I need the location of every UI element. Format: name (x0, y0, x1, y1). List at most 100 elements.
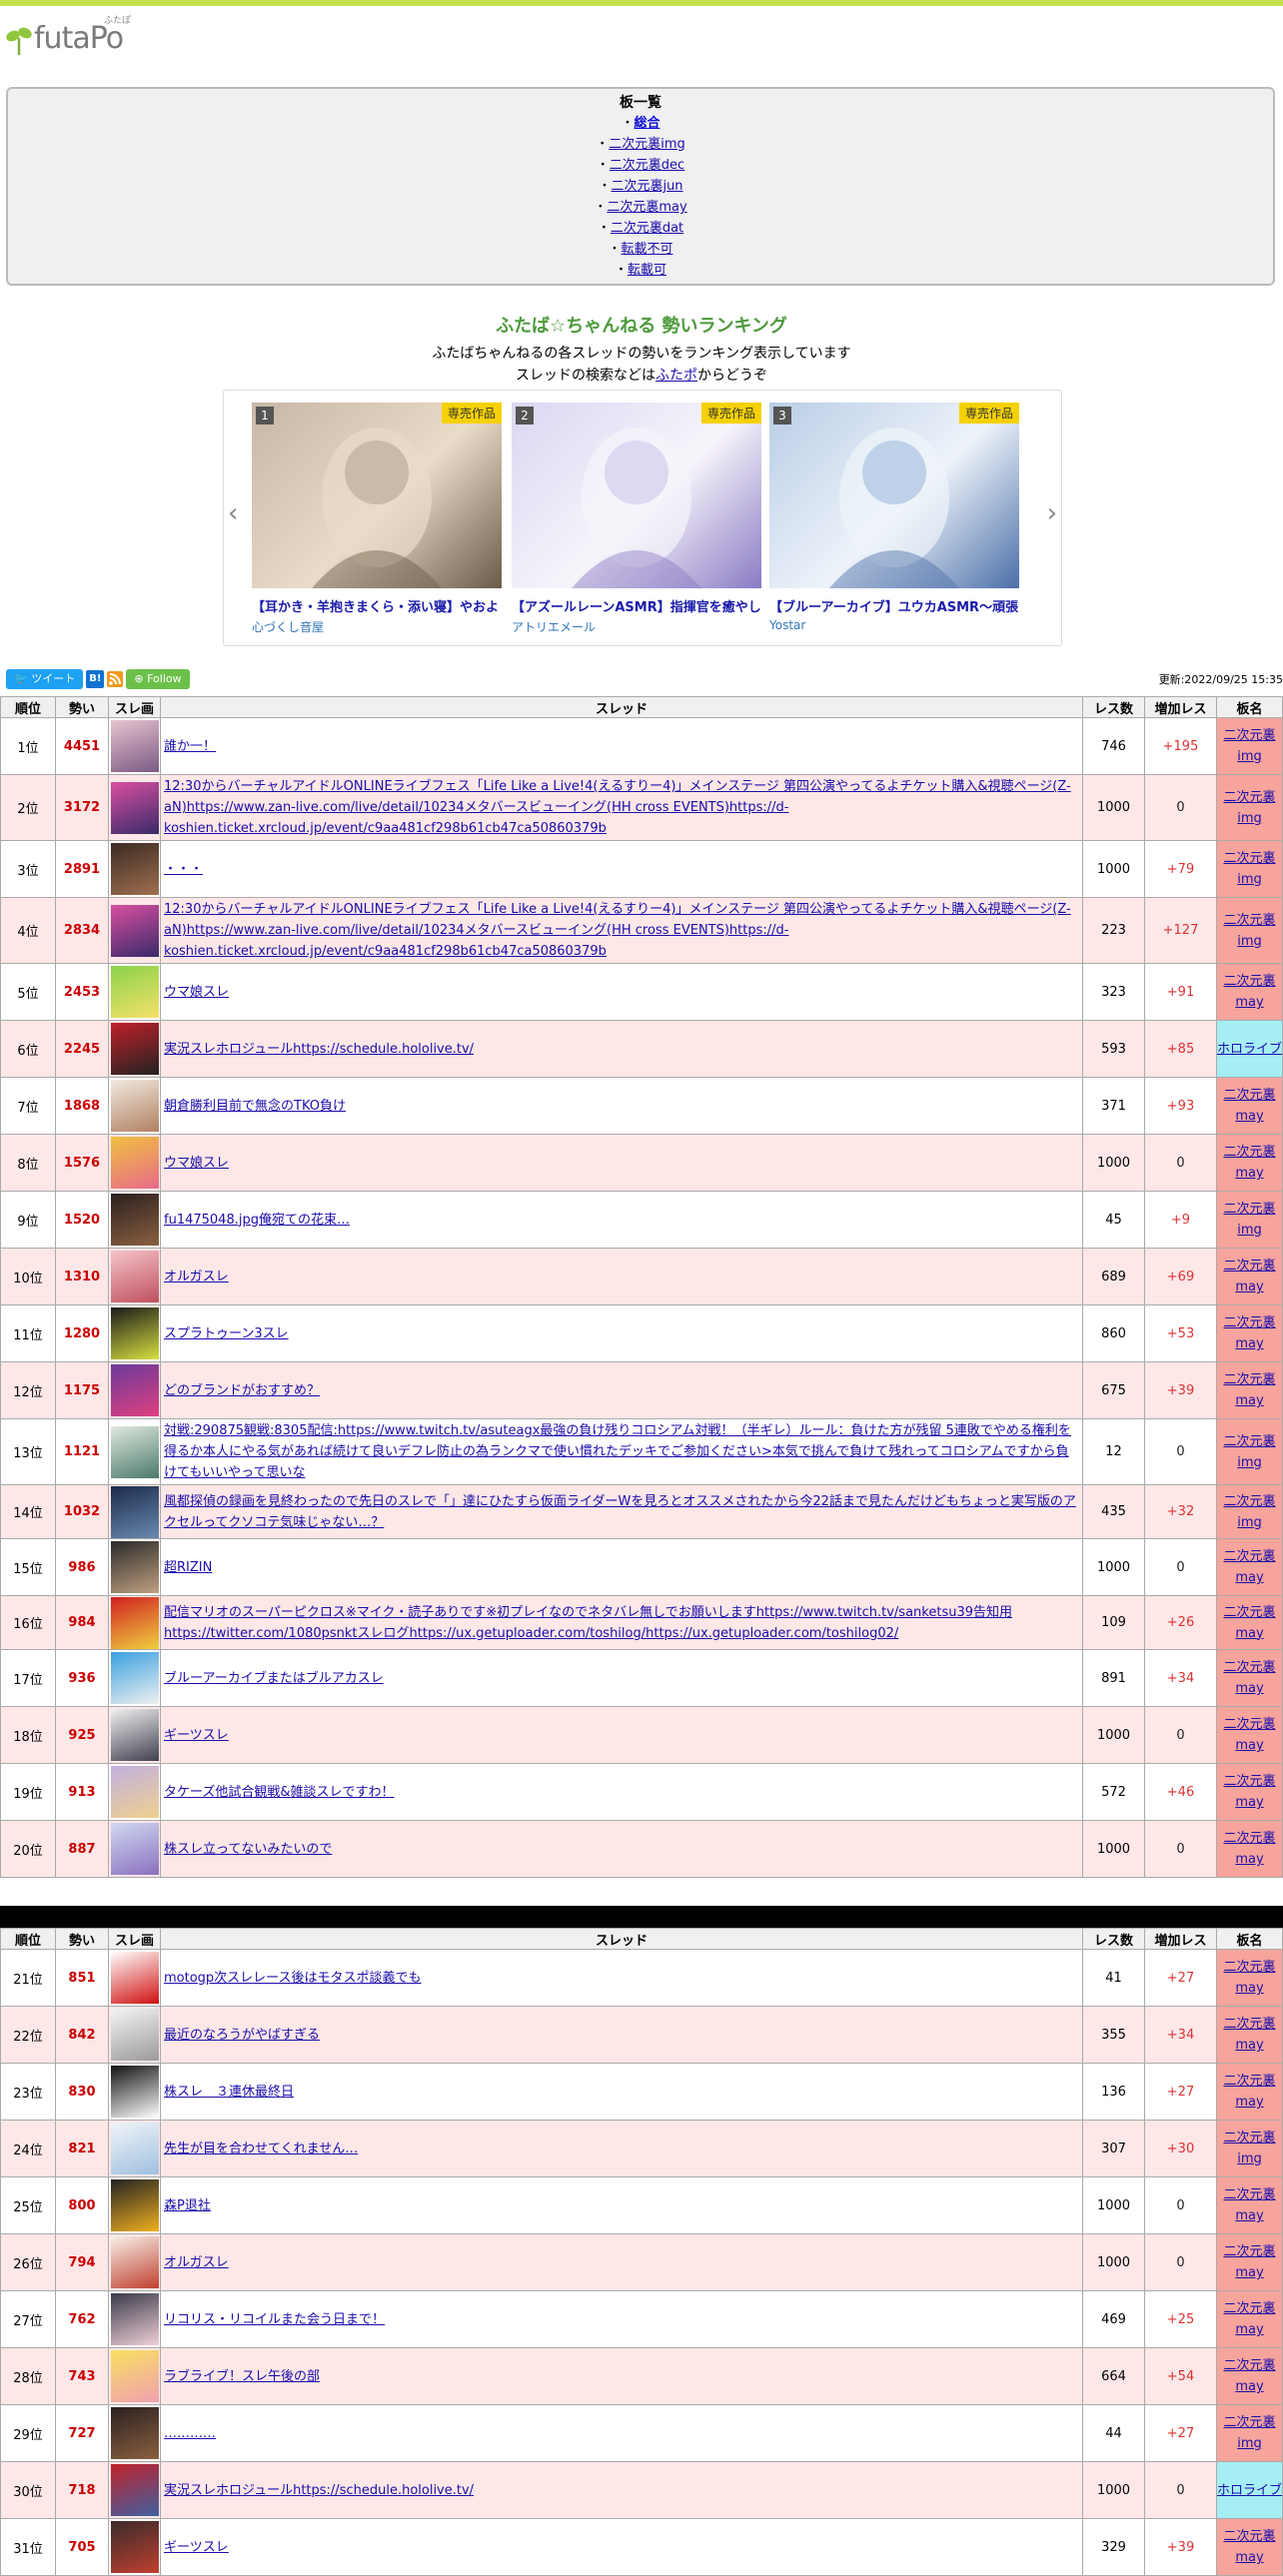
board-link[interactable]: 二次元裏jun (611, 179, 682, 194)
thread-thumbnail[interactable] (110, 781, 159, 834)
board-name-link[interactable]: 二次元裏img (1223, 728, 1275, 764)
thread-thumbnail[interactable] (110, 1952, 159, 2004)
board-link[interactable]: 転載可 (628, 263, 666, 278)
board-name-link[interactable]: 二次元裏may (1223, 974, 1275, 1010)
thread-link[interactable]: 株スレ ３連休最終日 (164, 2085, 294, 2100)
product-maker[interactable]: 心づくし音屋 (252, 618, 502, 635)
board-name-link[interactable]: 二次元裏may (1223, 1145, 1275, 1181)
board-name-link[interactable]: 二次元裏may (1223, 1372, 1275, 1408)
board-name-link[interactable]: 二次元裏may (1223, 1315, 1275, 1351)
board-name-link[interactable]: 二次元裏may (1223, 1088, 1275, 1124)
board-name-link[interactable]: 二次元裏may (1223, 1605, 1275, 1641)
board-name-link[interactable]: 二次元裏img (1223, 790, 1275, 826)
board-name-link[interactable]: 二次元裏img (1223, 1494, 1275, 1530)
thread-link[interactable]: 風都探偵の録画を見終わったので先日のスレで「」達にひたすら仮面ライダーWを見ろと… (164, 1494, 1076, 1530)
thread-thumbnail[interactable] (110, 1541, 159, 1593)
thread-thumbnail[interactable] (110, 2521, 159, 2573)
board-name-link[interactable]: 二次元裏may (1223, 1774, 1275, 1810)
product-card[interactable]: 1 専売作品【耳かき・羊抱きまくら・添い寝】やおよ 心づくし音屋 (252, 403, 502, 635)
thread-thumbnail[interactable] (110, 1596, 159, 1649)
board-name-link[interactable]: 二次元裏may (1223, 1549, 1275, 1585)
product-maker[interactable]: アトリエメール (512, 618, 761, 635)
thread-link[interactable]: 配信マリオのスーパーピクロス※マイク・読子ありです※初プレイなのでネタバレ無しで… (164, 1605, 1012, 1641)
thread-link[interactable]: ウマ娘スレ (164, 1156, 229, 1171)
carousel-prev-icon[interactable]: ‹ (228, 498, 238, 528)
thread-link[interactable]: ラブライブ！スレ午後の部 (164, 2369, 320, 2384)
thread-thumbnail[interactable] (110, 2179, 159, 2231)
board-link[interactable]: 二次元裏img (609, 137, 685, 152)
thread-thumbnail[interactable] (110, 2293, 159, 2345)
product-image[interactable]: 3 専売作品 (769, 403, 1019, 588)
board-name-link[interactable]: 二次元裏img (1223, 2131, 1275, 2166)
thread-thumbnail[interactable] (110, 720, 159, 772)
board-name-link[interactable]: 二次元裏may (1223, 2187, 1275, 2223)
product-image[interactable]: 1 専売作品 (252, 403, 502, 588)
thread-link[interactable]: motogp次スレレース後はモタスポ談義でも (164, 1971, 422, 1986)
board-link[interactable]: 転載不可 (622, 242, 673, 257)
follow-button[interactable]: ⊕ Follow (126, 669, 190, 689)
board-name-link[interactable]: 二次元裏img (1223, 1434, 1275, 1470)
hatena-bookmark-button[interactable]: B! (86, 670, 105, 688)
thread-link[interactable]: 森P退社 (164, 2198, 211, 2213)
thread-thumbnail[interactable] (110, 1425, 159, 1478)
board-name-link[interactable]: ホロライブ (1217, 2483, 1282, 2498)
site-logo[interactable]: futaPo (6, 22, 124, 56)
board-name-link[interactable]: 二次元裏may (1223, 1831, 1275, 1867)
thread-link[interactable]: 朝倉勝利目前で無念のTKO負け (164, 1099, 346, 1114)
board-link[interactable]: 二次元裏may (607, 200, 686, 215)
thread-link[interactable]: ………… (164, 2426, 216, 2441)
thread-thumbnail[interactable] (110, 2066, 159, 2118)
thread-link[interactable]: リコリス・リコイルまた会う日まで！ (164, 2312, 385, 2327)
board-name-link[interactable]: 二次元裏may (1223, 2358, 1275, 2394)
thread-thumbnail[interactable] (110, 2407, 159, 2459)
board-name-link[interactable]: 二次元裏may (1223, 2301, 1275, 2337)
thread-link[interactable]: タケーズ他試合観戦&雑談スレですわ！ (164, 1785, 395, 1800)
thread-link[interactable]: オルガスレ (164, 1270, 229, 1285)
board-name-link[interactable]: 二次元裏may (1223, 1960, 1275, 1996)
thread-thumbnail[interactable] (110, 1137, 159, 1189)
board-name-link[interactable]: 二次元裏may (1223, 2244, 1275, 2280)
thread-link[interactable]: オルガスレ (164, 2255, 229, 2270)
thread-thumbnail[interactable] (110, 2123, 159, 2174)
thread-link[interactable]: 超RIZIN (164, 1560, 212, 1575)
thread-link[interactable]: 誰か一！ (164, 739, 216, 754)
thread-thumbnail[interactable] (110, 1485, 159, 1538)
product-card[interactable]: 3 専売作品【ブルーアーカイブ】ユウカASMR～頑張 Yostar (769, 403, 1019, 632)
thread-thumbnail[interactable] (110, 2350, 159, 2402)
product-maker[interactable]: Yostar (769, 618, 1019, 632)
product-title[interactable]: 【耳かき・羊抱きまくら・添い寝】やおよ (252, 596, 502, 615)
board-name-link[interactable]: 二次元裏img (1223, 913, 1275, 949)
thread-thumbnail[interactable] (110, 843, 159, 895)
thread-link[interactable]: 実況スレホロジュールhttps://schedule.hololive.tv/ (164, 2483, 474, 2498)
board-link[interactable]: 二次元裏dat (611, 221, 683, 236)
thread-thumbnail[interactable] (110, 2464, 159, 2516)
thread-thumbnail[interactable] (110, 1023, 159, 1075)
thread-thumbnail[interactable] (110, 1251, 159, 1302)
thread-thumbnail[interactable] (110, 1766, 159, 1818)
thread-link[interactable]: 対戦:290875観戦:8305配信:https://www.twitch.tv… (164, 1423, 1071, 1480)
board-link[interactable]: 二次元裏dec (610, 158, 684, 173)
thread-thumbnail[interactable] (110, 1709, 159, 1761)
thread-thumbnail[interactable] (110, 1823, 159, 1875)
thread-thumbnail[interactable] (110, 1194, 159, 1246)
board-name-link[interactable]: 二次元裏may (1223, 2529, 1275, 2565)
product-title[interactable]: 【アズールレーンASMR】指揮官を癒やし (512, 596, 761, 615)
board-name-link[interactable]: 二次元裏img (1223, 851, 1275, 887)
product-title[interactable]: 【ブルーアーカイブ】ユウカASMR～頑張 (769, 596, 1019, 615)
thread-link[interactable]: fu1475048.jpg俺宛ての花束… (164, 1213, 350, 1228)
product-image[interactable]: 2 専売作品 (512, 403, 761, 588)
board-name-link[interactable]: 二次元裏may (1223, 2074, 1275, 2110)
thread-thumbnail[interactable] (110, 966, 159, 1018)
tweet-button[interactable]: 🐦 ツイート (6, 669, 84, 689)
thread-thumbnail[interactable] (110, 1652, 159, 1704)
thread-link[interactable]: ブルーアーカイブまたはブルアカスレ (164, 1671, 384, 1686)
board-name-link[interactable]: 二次元裏may (1223, 1259, 1275, 1294)
board-name-link[interactable]: 二次元裏img (1223, 2415, 1275, 2451)
board-link[interactable]: 総合 (635, 116, 660, 131)
product-card[interactable]: 2 専売作品【アズールレーンASMR】指揮官を癒やし アトリエメール (512, 403, 761, 635)
carousel-next-icon[interactable]: › (1047, 498, 1057, 528)
thread-link[interactable]: ギーツスレ (164, 2540, 229, 2555)
thread-link[interactable]: スプラトゥーン3スレ (164, 1326, 289, 1341)
thread-link[interactable]: ・・・ (164, 862, 203, 877)
thread-link[interactable]: ギーツスレ (164, 1728, 229, 1743)
